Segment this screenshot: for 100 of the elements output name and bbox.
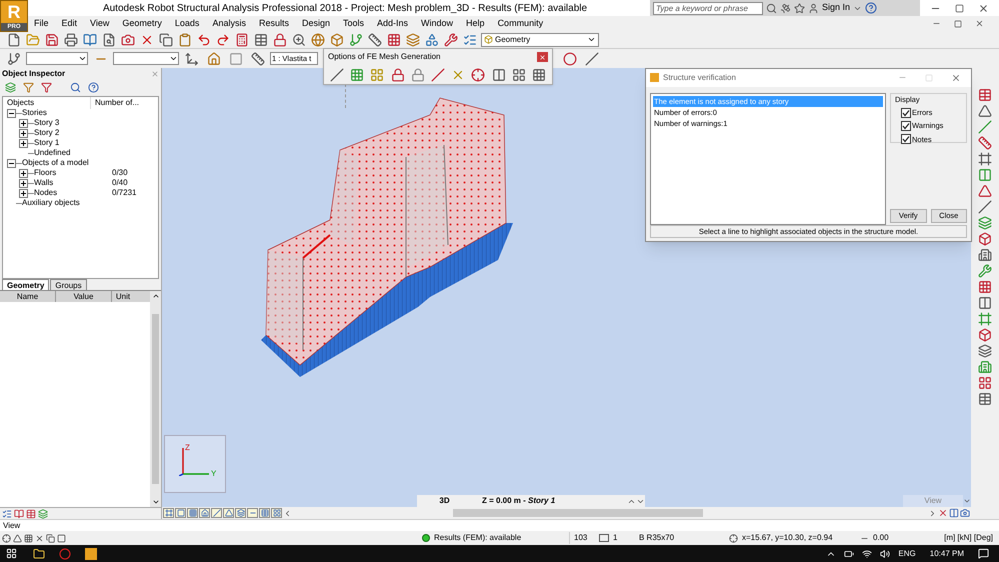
expand-icon[interactable] (19, 178, 28, 188)
scrollbar[interactable] (453, 509, 703, 517)
menu-item[interactable]: Edit (62, 16, 78, 30)
redo-icon[interactable] (216, 32, 230, 46)
folder-icon[interactable] (33, 548, 45, 560)
view-option-icon[interactable] (200, 509, 208, 517)
table-icon[interactable] (254, 32, 268, 46)
tool-icon[interactable] (978, 168, 992, 182)
tool-icon[interactable] (978, 328, 992, 342)
command-line[interactable]: View (3, 520, 20, 532)
tool-icon[interactable] (978, 392, 992, 406)
caret-icon[interactable] (169, 54, 178, 63)
preview-icon[interactable] (102, 32, 116, 46)
status-tool-icon[interactable] (13, 534, 22, 542)
tool-icon[interactable] (978, 248, 992, 262)
close-icon[interactable] (978, 2, 989, 14)
book-icon[interactable] (82, 32, 96, 46)
tool-icon[interactable] (978, 120, 992, 134)
collapse-icon[interactable] (7, 108, 16, 118)
scroll-right-icon[interactable] (928, 508, 937, 518)
paste-icon[interactable] (178, 32, 192, 46)
properties-icon[interactable] (2, 508, 12, 518)
menu-item[interactable]: Community (498, 16, 544, 30)
checkbox[interactable] (901, 108, 911, 118)
status-tool-icon[interactable] (35, 534, 44, 542)
checkbox[interactable] (901, 120, 911, 131)
menu-item[interactable]: Window (421, 16, 454, 30)
volume-icon[interactable] (880, 548, 890, 558)
tool-icon[interactable] (978, 312, 992, 326)
view-mode-tab[interactable]: 3D (417, 495, 472, 507)
windows-start-icon[interactable] (6, 548, 17, 559)
checkbox[interactable] (901, 134, 911, 144)
user-icon[interactable] (808, 2, 819, 14)
tool-icon[interactable] (978, 280, 992, 294)
split-view-icon[interactable] (949, 508, 959, 518)
scroll-up-icon[interactable] (152, 292, 160, 300)
mesh-target-icon[interactable] (471, 68, 486, 82)
grid-icon[interactable] (386, 32, 400, 46)
menu-item[interactable]: Geometry (122, 16, 162, 30)
scroll-down-icon[interactable] (152, 498, 160, 506)
support-icon[interactable] (6, 52, 20, 66)
collapse-icon[interactable] (7, 158, 16, 168)
expand-icon[interactable] (19, 118, 28, 128)
help-icon[interactable] (865, 2, 878, 14)
menu-item[interactable]: Help (466, 16, 485, 30)
tool-icon[interactable] (978, 232, 992, 246)
expand-icon[interactable] (19, 168, 28, 178)
table-icon[interactable] (26, 508, 36, 518)
panel-tab[interactable]: Groups (50, 279, 87, 290)
tool-icon[interactable] (978, 104, 992, 118)
view-option-icon[interactable] (188, 509, 196, 517)
view-option-icon[interactable] (164, 509, 172, 517)
tool-icon[interactable] (978, 216, 992, 230)
menu-item[interactable]: Design (302, 16, 330, 30)
tool-icon[interactable] (978, 360, 992, 374)
tool-icon[interactable] (978, 376, 992, 390)
filter-icon[interactable] (23, 82, 34, 93)
status-tool-icon[interactable] (2, 534, 11, 542)
tool-icon[interactable] (978, 344, 992, 358)
tree-item[interactable]: Undefined (34, 147, 114, 159)
save-icon[interactable] (44, 32, 58, 46)
tree-item[interactable]: Stories (22, 107, 102, 119)
tree-item[interactable]: Story 1 (34, 137, 114, 149)
ruler-icon[interactable] (368, 32, 382, 46)
star-icon[interactable] (794, 2, 805, 14)
copy-icon[interactable] (158, 32, 172, 46)
status-tool-icon[interactable] (46, 534, 55, 542)
help-icon[interactable] (88, 82, 99, 93)
caret-icon[interactable] (78, 54, 87, 63)
tool-icon[interactable] (978, 264, 992, 278)
battery-icon[interactable] (844, 548, 854, 558)
scrollbar[interactable] (150, 291, 161, 507)
list-icon[interactable] (462, 32, 476, 46)
dropdown-field[interactable] (113, 52, 179, 65)
mesh-lock-icon[interactable] (390, 68, 405, 82)
undo-icon[interactable] (196, 32, 210, 46)
wrench-icon[interactable] (444, 32, 458, 46)
cube-icon[interactable] (330, 32, 344, 46)
lock-icon[interactable] (272, 32, 286, 46)
layout-select[interactable]: Geometry (481, 32, 599, 46)
expand-icon[interactable] (19, 188, 28, 198)
shapes-icon[interactable] (424, 32, 438, 46)
zoom-icon[interactable] (292, 32, 306, 46)
camera-icon[interactable] (960, 508, 970, 518)
mesh-lock-alt-icon[interactable] (410, 68, 425, 82)
menu-item[interactable]: File (34, 16, 49, 30)
expand-icon[interactable] (19, 138, 28, 148)
status-tool-icon[interactable] (57, 534, 66, 542)
panel-tab[interactable]: Geometry (2, 279, 50, 290)
menu-item[interactable]: Analysis (212, 16, 246, 30)
mesh-merge-icon[interactable] (532, 68, 546, 82)
globe-icon[interactable] (310, 32, 324, 46)
tool-icon[interactable] (978, 200, 992, 214)
mesh-panels-icon[interactable] (370, 68, 384, 82)
mesh-split-icon[interactable] (492, 68, 506, 82)
tool-icon[interactable] (978, 152, 992, 166)
tool-icon[interactable] (978, 136, 992, 150)
tool-icon[interactable] (978, 88, 992, 102)
mesh-grid-icon[interactable] (350, 68, 364, 82)
notifications-icon[interactable] (978, 548, 989, 559)
